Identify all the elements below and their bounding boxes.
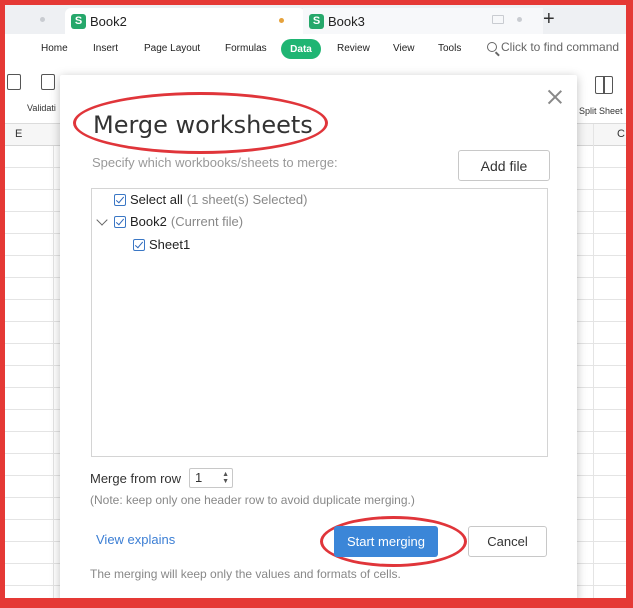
menu-page-layout[interactable]: Page Layout [144, 43, 200, 54]
screen-icon[interactable] [492, 15, 504, 24]
app-window: S Book2 S Book3 + Home Insert Page Layou… [5, 5, 626, 598]
merge-row-stepper[interactable]: 1 ▲ ▼ [189, 468, 234, 488]
find-command-search[interactable]: Click to find command [487, 40, 619, 54]
tab-label: Book2 [90, 13, 127, 29]
merge-worksheets-dialog: Merge worksheets Specify which workbooks… [60, 75, 577, 598]
close-icon[interactable] [547, 89, 563, 105]
validation-label[interactable]: Validati [27, 103, 56, 113]
tab-dot-icon [40, 17, 45, 22]
dialog-title: Merge worksheets [93, 111, 313, 139]
sheet-row[interactable]: Sheet1 [133, 237, 190, 252]
filter-icon[interactable] [7, 74, 21, 90]
dialog-subtitle: Specify which workbooks/sheets to merge: [92, 155, 338, 170]
select-all-label: Select all [130, 192, 183, 207]
stepper-arrows-icon[interactable]: ▲ ▼ [222, 471, 229, 485]
menu-bar: Home Insert Page Layout Formulas Data Re… [5, 34, 626, 64]
menu-formulas[interactable]: Formulas [225, 43, 267, 54]
select-all-row[interactable]: Select all (1 sheet(s) Selected) [114, 192, 307, 207]
sheet-label: Sheet1 [149, 237, 191, 252]
menu-data[interactable]: Data [281, 39, 321, 59]
new-tab-plus-icon[interactable]: + [543, 9, 555, 29]
header-note: (Note: keep only one header row to avoid… [90, 493, 415, 507]
validation-icon[interactable] [41, 74, 55, 90]
checkbox-checked-icon[interactable] [133, 238, 145, 251]
spreadsheet-icon: S [71, 13, 86, 29]
checkbox-checked-icon[interactable] [114, 215, 126, 228]
chevron-down-icon[interactable] [96, 213, 108, 226]
start-merging-button[interactable]: Start merging [334, 526, 438, 557]
tab-strip: S Book2 S Book3 + [5, 5, 626, 34]
sheet-tree: Select all (1 sheet(s) Selected) Book2 (… [91, 188, 548, 457]
menu-view[interactable]: View [393, 43, 415, 54]
view-explains-link[interactable]: View explains [96, 532, 175, 547]
menu-insert[interactable]: Insert [93, 43, 118, 54]
menu-review[interactable]: Review [337, 43, 370, 54]
merge-from-row: Merge from row 1 ▲ ▼ [90, 468, 234, 488]
footer-note: The merging will keep only the values an… [90, 567, 401, 581]
spreadsheet-icon: S [309, 13, 324, 29]
workbook-note: (Current file) [170, 214, 244, 229]
split-sheet-label[interactable]: Split Sheet [579, 106, 623, 116]
grid-divider [593, 124, 594, 598]
unsaved-dot-icon [279, 18, 284, 23]
cancel-button[interactable]: Cancel [468, 526, 547, 557]
tab-book3[interactable]: S Book3 [303, 8, 543, 34]
workbook-row[interactable]: Book2 (Current file) [96, 213, 244, 229]
add-file-button[interactable]: Add file [458, 150, 550, 181]
select-all-count: (1 sheet(s) Selected) [186, 192, 308, 207]
menu-tools[interactable]: Tools [438, 43, 461, 54]
column-header-e[interactable]: E [15, 128, 22, 140]
find-command-text: Click to find command [501, 40, 620, 54]
search-icon [487, 42, 497, 52]
column-header-c[interactable]: C [617, 128, 625, 140]
workbook-label: Book2 [130, 214, 167, 229]
menu-home[interactable]: Home [41, 43, 68, 54]
split-sheet-icon[interactable] [595, 76, 613, 94]
checkbox-checked-icon[interactable] [114, 193, 126, 206]
tab-label: Book3 [328, 13, 365, 29]
tab-book2[interactable]: S Book2 [65, 8, 305, 34]
merge-row-value[interactable]: 1 [195, 470, 202, 485]
merge-from-row-label: Merge from row [90, 470, 182, 486]
tab-dot-icon [517, 17, 522, 22]
